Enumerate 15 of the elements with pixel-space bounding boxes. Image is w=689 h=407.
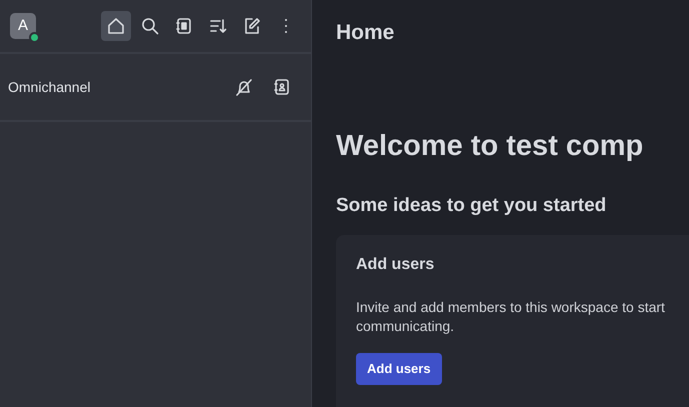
page-title: Home: [336, 20, 396, 46]
home-button[interactable]: [101, 11, 131, 41]
contacts-icon: [272, 77, 292, 97]
add-users-button[interactable]: Add users: [356, 353, 442, 385]
search-icon: [140, 16, 160, 36]
card-description: Invite and add members to this workspace to start communicating.: [356, 298, 666, 336]
welcome-heading: Welcome to test comp: [336, 129, 644, 164]
edit-icon: [242, 16, 262, 36]
section-title: Omnichannel: [8, 78, 90, 96]
more-icon: [284, 18, 288, 34]
card-title: Add users: [356, 255, 436, 274]
home-icon: [106, 16, 126, 36]
directory-icon: [174, 16, 194, 36]
section-heading: Some ideas to get you started: [336, 194, 608, 218]
bell-off-icon: [234, 77, 254, 97]
